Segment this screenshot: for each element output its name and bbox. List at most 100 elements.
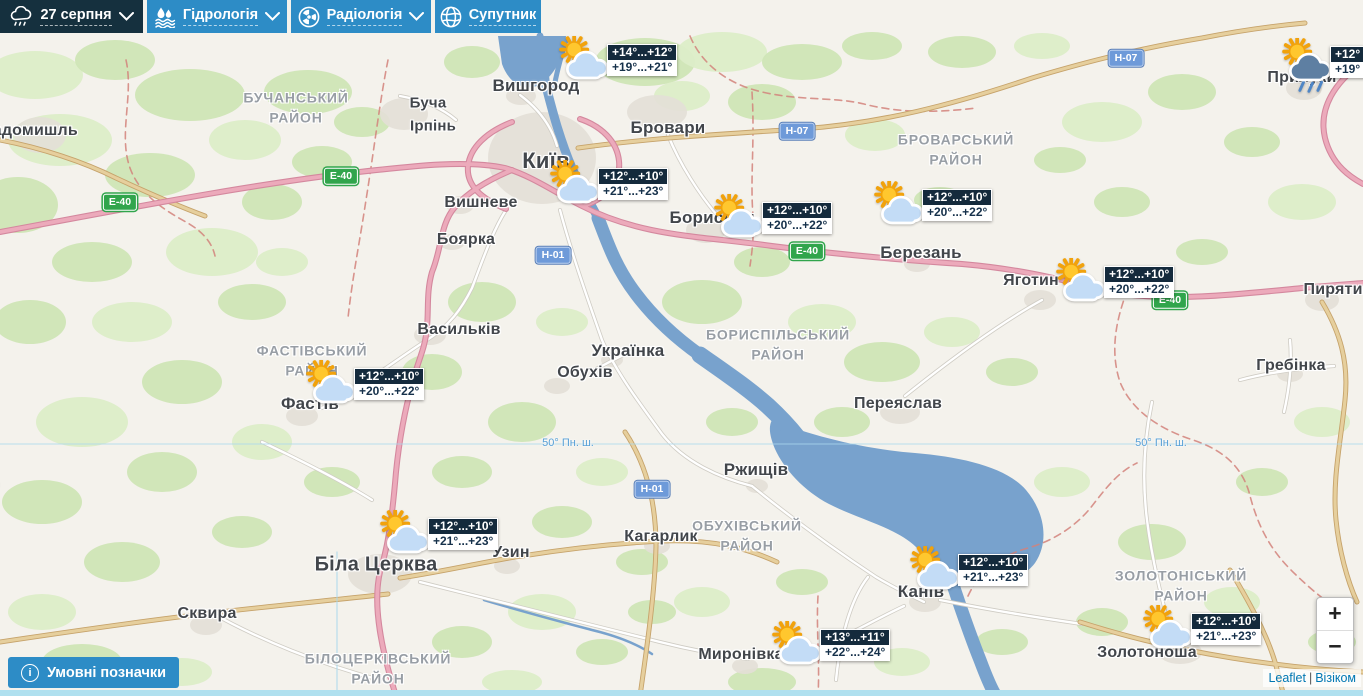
satellite-layer-button[interactable]: Супутник (435, 0, 541, 33)
sun-cloud-icon (910, 546, 960, 590)
temp-top-row: +12°...+10° (429, 519, 498, 534)
rain-drops-icon (1298, 80, 1323, 93)
temp-bottom-row: +21°...+23° (599, 184, 668, 199)
city-label: Переяслав (853, 395, 943, 412)
attribution-separator: | (1308, 671, 1313, 685)
temp-top-row: +12°...+10° (763, 203, 832, 218)
legend-button-label: Умовні позначки (47, 664, 167, 681)
city-label: Васильків (417, 321, 501, 338)
city-label: Гребінка (1256, 357, 1326, 374)
road-shield: Е-40 (102, 193, 138, 211)
road-shield: Е-40 (789, 242, 825, 260)
chevron-down-icon (265, 12, 281, 21)
city-label: Бровари (630, 118, 706, 137)
road-shield: Н-01 (634, 480, 670, 498)
road-shield: Н-07 (779, 122, 815, 140)
temperature-label: +12°...+10° +20°...+22° (762, 202, 833, 234)
radiology-label: Радіологія (326, 7, 403, 26)
radiology-layer-button[interactable]: Радіологія (291, 0, 431, 33)
zoom-control: + − (1316, 597, 1354, 664)
vizicom-link[interactable]: Візіком (1315, 671, 1356, 685)
info-icon: i (21, 663, 39, 682)
hydrology-layer-button[interactable]: Гідрологія (147, 0, 287, 33)
city-label: Ірпінь (409, 117, 457, 135)
hydrology-label: Гідрологія (182, 7, 259, 26)
bottom-strip (0, 690, 1363, 696)
sun-cloud-icon (772, 621, 822, 665)
temp-bottom-row: +21°...+23° (959, 570, 1028, 585)
temp-top-row: +12°...+10° (1105, 267, 1174, 282)
temp-top-row: +12°...+10° (959, 555, 1028, 570)
city-label: Пирятин (1303, 281, 1363, 298)
date-label: 27 серпня (40, 7, 112, 26)
temp-bottom-row: +21°...+23° (1192, 629, 1261, 644)
latitude-label: 50° Пн. ш. (542, 437, 594, 449)
chevron-down-icon (118, 12, 134, 21)
temp-bottom-row: +20°...+22° (923, 205, 992, 220)
district-label: БРОВАРСЬКИЙ РАЙОН (897, 131, 1015, 168)
sun-cloud-icon (380, 510, 430, 554)
city-label: Радомишль (0, 122, 78, 139)
temp-bottom-row: +20°...+22° (763, 218, 832, 233)
city-label: Буча (409, 94, 447, 112)
zoom-in-button[interactable]: + (1317, 598, 1353, 630)
temp-top-row: +12°...+10° (355, 369, 424, 384)
city-label: Обухів (557, 364, 613, 381)
road-shield: Е-40 (323, 167, 359, 185)
temp-top-row: +12°...+10° (599, 169, 668, 184)
city-label: Березань (880, 243, 962, 262)
date-selector-button[interactable]: 27 серпня (0, 0, 143, 33)
city-label: Боярка (436, 231, 496, 248)
district-label: ЗОЛОТОНІСЬКИЙ РАЙОН (1114, 567, 1248, 604)
temperature-label: +14°...+12° +19°...+21° (607, 44, 678, 76)
city-label: Ржищів (723, 460, 789, 479)
sun-cloud-icon (1282, 38, 1332, 93)
temperature-label: +12°...+10° +21°...+23° (428, 518, 499, 550)
temp-top-row: +13°...+11° (821, 630, 890, 645)
satellite-label: Супутник (468, 7, 537, 26)
temp-top-row: +12°...+10° (1192, 614, 1261, 629)
map-attribution: Leaflet | Візіком (1263, 669, 1361, 687)
city-label: Вишневе (444, 194, 518, 211)
sun-cloud-icon (874, 181, 924, 225)
sun-cloud-icon (1056, 258, 1106, 302)
temp-top-row: +12° (1331, 47, 1363, 62)
district-label: БІЛОЦЕРКІВСЬКИЙ РАЙОН (304, 650, 452, 687)
sun-cloud-icon (1143, 605, 1193, 649)
road-shield: Н-07 (1108, 49, 1144, 67)
district-label: БОРИСПІЛЬСЬКИЙ РАЙОН (706, 326, 850, 363)
temperature-label: +12°...+10° +20°...+22° (1104, 266, 1175, 298)
radiology-icon (298, 6, 320, 27)
sun-cloud-icon (550, 160, 600, 204)
latitude-label: 50° Пн. ш. (1135, 437, 1187, 449)
city-label: Яготин (1003, 272, 1059, 289)
district-label: ОБУХІВСЬКИЙ РАЙОН (692, 517, 802, 554)
sun-cloud-icon (306, 360, 356, 404)
temp-bottom-row: +20°...+22° (355, 384, 424, 399)
temp-bottom-row: +22°...+24° (821, 645, 890, 660)
temperature-label: +12°...+10° +20°...+22° (354, 368, 425, 400)
chevron-down-icon (409, 12, 425, 21)
temp-bottom-row: +19°...+21° (608, 60, 677, 75)
temperature-label: +12° +19° (1330, 46, 1363, 78)
sun-cloud-icon (559, 36, 609, 80)
temperature-label: +12°...+10° +21°...+23° (1191, 613, 1262, 645)
weather-map-app: БУЧАНСЬКИЙ РАЙОН БРОВАРСЬКИЙ РАЙОН ФАСТІВС… (0, 0, 1363, 696)
legend-button[interactable]: i Умовні позначки (8, 657, 180, 688)
leaflet-link[interactable]: Leaflet (1268, 671, 1306, 685)
temp-bottom-row: +19° (1331, 62, 1363, 77)
temperature-label: +12°...+10° +21°...+23° (598, 168, 669, 200)
weather-cloud-icon (11, 6, 32, 26)
temperature-label: +12°...+10° +21°...+23° (958, 554, 1029, 586)
district-label: БУЧАНСЬКИЙ РАЙОН (243, 89, 349, 126)
temp-top-row: +14°...+12° (608, 45, 677, 60)
sun-cloud-icon (714, 194, 764, 238)
satellite-globe-icon (440, 6, 462, 27)
zoom-out-button[interactable]: − (1317, 630, 1353, 663)
city-label: Сквира (177, 605, 237, 622)
hydrology-icon (155, 7, 176, 28)
road-shield: Н-01 (535, 246, 571, 264)
temperature-label: +13°...+11° +22°...+24° (820, 629, 891, 661)
temp-bottom-row: +20°...+22° (1105, 282, 1174, 297)
temp-bottom-row: +21°...+23° (429, 534, 498, 549)
